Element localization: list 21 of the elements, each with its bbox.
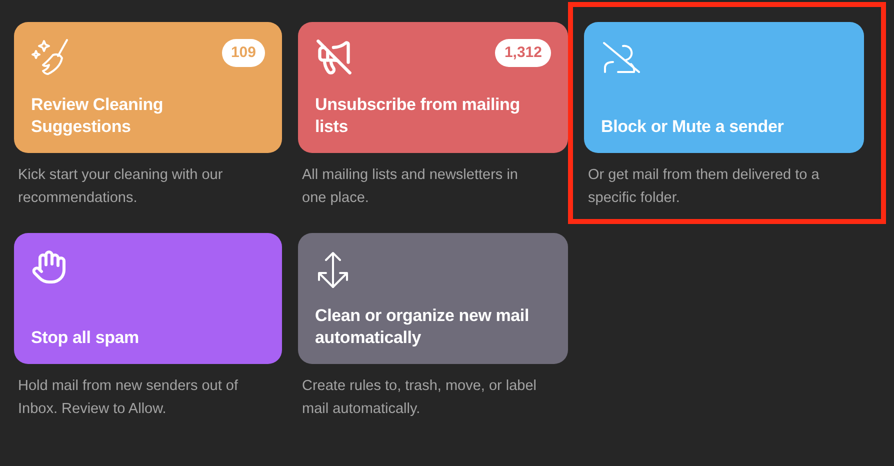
- feature-card[interactable]: Stop all spam: [14, 233, 282, 364]
- count-badge: 109: [222, 39, 265, 67]
- feature-card[interactable]: Clean or organize new mail automatically: [298, 233, 568, 364]
- card-description: Or get mail from them delivered to a specific folder.: [587, 166, 820, 208]
- card-title: Review Cleaning Suggestions: [31, 94, 164, 138]
- card-title: Clean or organize new mail automatically: [315, 305, 530, 349]
- card-description: Create rules to, trash, move, or label mail automatically.: [301, 377, 538, 419]
- megaphone-off-icon: [315, 38, 353, 76]
- broom-sparkles-icon: [31, 38, 71, 78]
- card-description: All mailing lists and newsletters in one place.: [301, 166, 519, 208]
- card-description: Kick start your cleaning with our recommendations.: [17, 166, 224, 208]
- card-title: Unsubscribe from mailing lists: [315, 94, 521, 138]
- count-badge: 1,312: [495, 39, 551, 67]
- feature-card[interactable]: 1,312 Unsubscribe from mailing lists: [298, 22, 568, 153]
- split-arrows-icon: [315, 249, 351, 289]
- hand-icon: [31, 249, 67, 285]
- feature-card[interactable]: Block or Mute a sender: [584, 22, 864, 153]
- card-title: Block or Mute a sender: [601, 116, 785, 138]
- card-title: Stop all spam: [31, 327, 140, 349]
- feature-card[interactable]: 109 Review Cleaning Suggestions: [14, 22, 282, 153]
- card-description: Hold mail from new senders out of Inbox. Review to Allow.: [17, 377, 240, 419]
